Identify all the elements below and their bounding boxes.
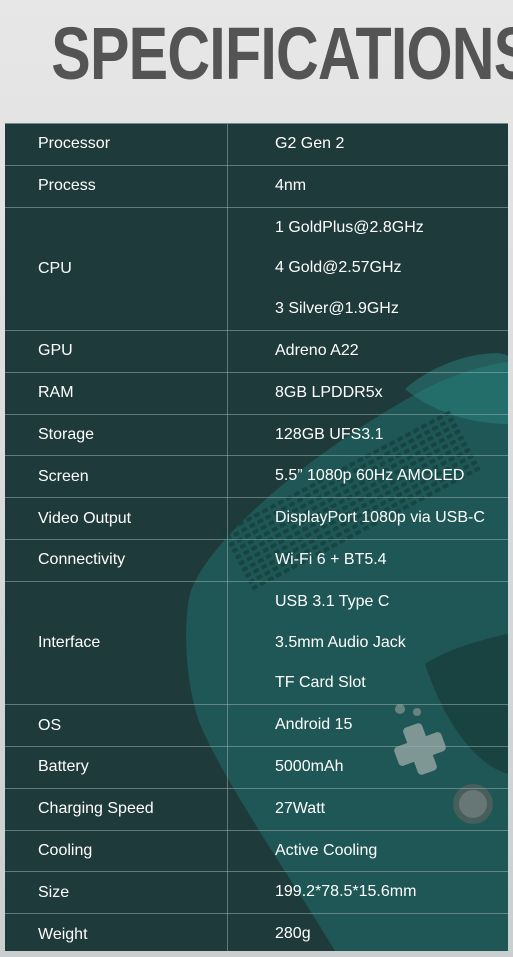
spec-value: TF Card Slot xyxy=(275,674,366,692)
spec-value-cell: Wi-Fi 6 + BT5.4 xyxy=(227,539,508,582)
spec-row: Charging Speed 27Watt xyxy=(5,788,508,831)
spec-table: Processor G2 Gen 2 Process 4nm CPU 1 GoldPlus… xyxy=(5,124,508,951)
spec-value: 199.2*78.5*15.6mm xyxy=(275,883,417,901)
spec-row: Size 199.2*78.5*15.6mm xyxy=(5,871,508,915)
spec-value-cell: 1 GoldPlus@2.8GHz 4 Gold@2.57GHz 3 Silver@… xyxy=(227,207,508,331)
spec-panel: Processor G2 Gen 2 Process 4nm CPU 1 GoldPlus… xyxy=(5,123,508,951)
spec-label: Video Output xyxy=(5,497,228,540)
spec-value-cell: G2 Gen 2 xyxy=(227,124,508,166)
spec-value: 4nm xyxy=(275,176,307,194)
spec-value-cell: 27Watt xyxy=(227,788,508,831)
spec-value-cell: 280g xyxy=(228,914,509,951)
spec-value: 128GB UFS3.1 xyxy=(275,425,384,443)
spec-label: Cooling xyxy=(5,830,228,873)
spec-value: 8GB LPDDR5x xyxy=(275,383,383,401)
spec-value: 5000mAh xyxy=(275,757,344,775)
spec-row: OS Android 15 xyxy=(5,704,508,747)
spec-value-cell: 5000mAh xyxy=(227,746,508,789)
spec-value: 3 Silver@1.9GHz xyxy=(275,300,399,318)
spec-value-cell: Active Cooling xyxy=(227,830,508,873)
spec-value: USB 3.1 Type C xyxy=(275,592,390,610)
spec-value: G2 Gen 2 xyxy=(275,135,345,152)
spec-value: Wi-Fi 6 + BT5.4 xyxy=(275,550,387,568)
spec-row: Battery 5000mAh xyxy=(5,746,508,789)
spec-value-cell: Android 15 xyxy=(227,704,508,747)
spec-label: Battery xyxy=(5,746,228,789)
spec-label: Screen xyxy=(5,455,228,499)
spec-row: Weight 280g xyxy=(5,913,509,951)
spec-value-cell: DisplayPort 1080p via USB-C xyxy=(227,497,508,540)
spec-value: 3.5mm Audio Jack xyxy=(275,633,406,651)
spec-value-cell: 199.2*78.5*15.6mm xyxy=(227,871,508,915)
spec-label: Interface xyxy=(5,581,228,706)
spec-label: CPU xyxy=(5,207,228,331)
spec-label: Process xyxy=(5,165,228,208)
spec-value-cell: 5.5” 1080p 60Hz AMOLED xyxy=(227,455,508,499)
spec-value: 5.5” 1080p 60Hz AMOLED xyxy=(275,467,465,485)
spec-value: 280g xyxy=(275,925,311,943)
spec-value-cell: 128GB UFS3.1 xyxy=(227,414,508,457)
spec-value-cell: 4nm xyxy=(227,165,508,208)
spec-row: Connectivity Wi-Fi 6 + BT5.4 xyxy=(5,539,508,582)
spec-value: 4 Gold@2.57GHz xyxy=(275,259,402,277)
spec-label: OS xyxy=(5,704,228,747)
spec-label: Weight xyxy=(5,913,228,951)
spec-row: CPU 1 GoldPlus@2.8GHz 4 Gold@2.57GHz 3 Silv… xyxy=(5,207,508,331)
spec-label: Storage xyxy=(5,414,228,457)
spec-label: Processor xyxy=(5,124,228,166)
spec-row: Video Output DisplayPort 1080p via USB-C xyxy=(5,497,508,540)
page-title: SPECIFICATIONS xyxy=(51,12,513,95)
spec-row: Cooling Active Cooling xyxy=(5,830,508,873)
spec-label: Connectivity xyxy=(5,539,228,582)
spec-row: Interface USB 3.1 Type C 3.5mm Audio Jack T… xyxy=(5,581,508,706)
spec-value-cell: 8GB LPDDR5x xyxy=(227,372,508,415)
spec-row: Storage 128GB UFS3.1 xyxy=(5,414,508,457)
spec-row: Process 4nm xyxy=(5,165,508,208)
spec-value: 27Watt xyxy=(275,799,326,817)
spec-value-cell: Adreno A22 xyxy=(227,330,508,373)
spec-value: DisplayPort 1080p via USB-C xyxy=(275,509,485,527)
spec-row: Processor G2 Gen 2 xyxy=(5,124,508,166)
spec-value: Active Cooling xyxy=(275,841,378,859)
spec-label: Charging Speed xyxy=(5,788,228,831)
spec-label: GPU xyxy=(5,330,228,373)
spec-label: RAM xyxy=(5,372,228,415)
spec-label: Size xyxy=(5,871,228,915)
spec-value-cell: USB 3.1 Type C 3.5mm Audio Jack TF Card Sl… xyxy=(227,581,508,706)
spec-value: 1 GoldPlus@2.8GHz xyxy=(275,218,424,236)
spec-row: GPU Adreno A22 xyxy=(5,330,508,373)
spec-value: Android 15 xyxy=(275,716,353,734)
spec-value: Adreno A22 xyxy=(275,341,359,359)
spec-row: Screen 5.5” 1080p 60Hz AMOLED xyxy=(5,455,508,499)
spec-row: RAM 8GB LPDDR5x xyxy=(5,372,508,415)
